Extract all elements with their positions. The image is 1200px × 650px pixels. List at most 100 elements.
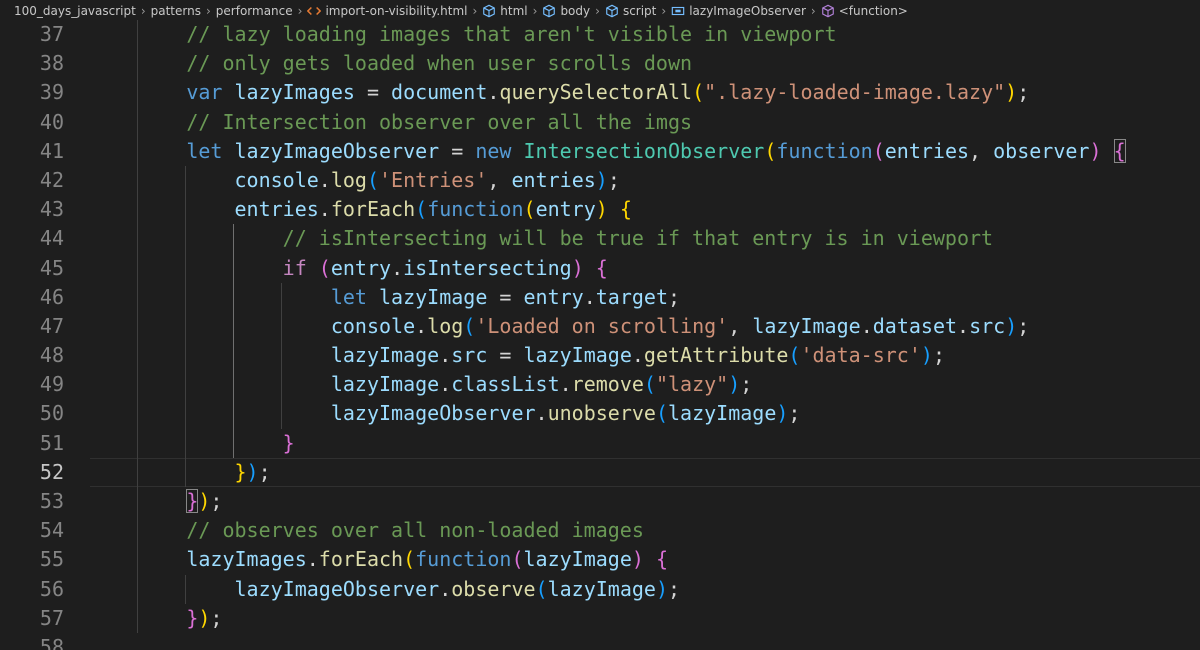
token-bracket3: ( xyxy=(643,372,656,397)
code-line[interactable]: 48 lazyImage.src = lazyImage.getAttribut… xyxy=(0,341,1200,371)
breadcrumb-item[interactable]: html xyxy=(482,4,528,18)
code-text: }); xyxy=(90,604,222,633)
breadcrumb-item[interactable]: 100_days_javascript xyxy=(14,4,136,18)
line-number: 52 xyxy=(39,459,64,484)
token-bracket1: ) xyxy=(1005,80,1018,105)
token-bracket3: ( xyxy=(415,197,428,222)
breadcrumb: 100_days_javascript › patterns › performance… xyxy=(0,0,1200,22)
code-text: // lazy loading images that aren't visib… xyxy=(90,20,836,49)
code-editor[interactable]: 100_days_javascript › patterns › performance… xyxy=(0,0,1200,650)
token-string: ".lazy-loaded-image.lazy" xyxy=(704,80,1006,105)
token-variable: classList xyxy=(451,372,560,397)
code-line[interactable]: 43 entries.forEach(function(entry) { xyxy=(0,195,1200,225)
token-text: ; xyxy=(210,605,223,630)
breadcrumb-item[interactable]: patterns xyxy=(151,4,201,18)
token-text: . xyxy=(439,343,452,368)
token-control: if xyxy=(282,255,307,280)
token-function: getAttribute xyxy=(643,343,789,368)
code-line[interactable]: 38 // only gets loaded when user scrolls… xyxy=(0,49,1200,79)
code-line[interactable]: 52 }); xyxy=(0,457,1200,488)
code-line[interactable]: 45 if (entry.isIntersecting) { xyxy=(0,253,1200,283)
code-text: }); xyxy=(90,487,222,516)
code-line[interactable]: 42 console.log('Entries', entries); xyxy=(0,165,1200,196)
breadcrumb-item[interactable]: performance xyxy=(216,4,293,18)
token-variable: entry xyxy=(330,255,392,280)
code-line[interactable]: 40 // Intersection observer over all the… xyxy=(0,107,1200,137)
variable-icon xyxy=(671,4,685,18)
code-line[interactable]: 41 let lazyImageObserver = new Intersect… xyxy=(0,136,1200,166)
token-bracket2: ) xyxy=(571,255,584,280)
token-text: = xyxy=(487,284,524,309)
code-line[interactable]: 58 xyxy=(0,633,1200,650)
code-text: console.log('Entries', entries); xyxy=(90,166,620,195)
token-text: , xyxy=(487,167,512,192)
line-number: 58 xyxy=(39,634,64,650)
token-keyword: function xyxy=(427,197,524,222)
breadcrumb-label: body xyxy=(560,4,591,18)
token-bracket2: ) xyxy=(1089,138,1102,163)
line-number: 55 xyxy=(39,547,64,572)
token-function: querySelectorAll xyxy=(499,80,693,105)
token-bracket3: ) xyxy=(1005,313,1018,338)
code-line[interactable]: 39 var lazyImages = document.querySelect… xyxy=(0,78,1200,108)
token-bracket3: ( xyxy=(535,576,548,601)
token-text: ; xyxy=(1017,80,1030,105)
token-text: ; xyxy=(740,372,753,397)
breadcrumb-label: <function> xyxy=(838,4,908,18)
token-bracket2: ( xyxy=(318,255,331,280)
breadcrumb-item[interactable]: lazyImageObserver xyxy=(671,4,806,18)
code-line[interactable]: 53 }); xyxy=(0,487,1200,517)
token-text: ; xyxy=(668,284,681,309)
breadcrumb-item[interactable]: import-on-visibility.html xyxy=(307,4,467,18)
token-function: remove xyxy=(571,372,644,397)
code-area[interactable]: 37 // lazy loading images that aren't vi… xyxy=(0,20,1200,650)
line-number: 43 xyxy=(39,197,64,222)
code-line[interactable]: 57 }); xyxy=(0,603,1200,633)
token-variable: entry xyxy=(523,284,584,309)
token-variable: lazyImageObserver xyxy=(234,138,440,163)
chevron-right-icon: › xyxy=(532,4,538,18)
code-text: // isIntersecting will be true if that e… xyxy=(90,224,993,253)
token-string: 'Entries' xyxy=(379,167,488,192)
line-number: 56 xyxy=(39,576,64,601)
token-comment: // observes over all non-loaded images xyxy=(186,518,644,543)
breadcrumb-label: 100_days_javascript xyxy=(14,4,136,18)
token-variable: lazyImage xyxy=(330,372,440,397)
code-text: lazyImage.classList.remove("lazy"); xyxy=(90,370,752,399)
code-line[interactable]: 54 // observes over all non-loaded image… xyxy=(0,516,1200,546)
token-text: . xyxy=(957,313,970,338)
code-line[interactable]: 46 let lazyImage = entry.target; xyxy=(0,282,1200,312)
code-line[interactable]: 49 lazyImage.classList.remove("lazy"); xyxy=(0,370,1200,400)
code-line[interactable]: 37 // lazy loading images that aren't vi… xyxy=(0,20,1200,50)
code-line[interactable]: 44 // isIntersecting will be true if tha… xyxy=(0,224,1200,254)
line-number: 38 xyxy=(39,51,64,76)
token-bracket3: ) xyxy=(595,167,608,192)
token-variable: entries xyxy=(234,197,319,222)
token-bracket1: ( xyxy=(523,197,536,222)
token-variable: entry xyxy=(535,197,596,222)
code-line[interactable]: 50 lazyImageObserver.unobserve(lazyImage… xyxy=(0,399,1200,429)
line-number: 54 xyxy=(39,518,64,543)
breadcrumb-item[interactable]: <function> xyxy=(821,4,908,18)
token-variable: lazyImage xyxy=(379,284,488,309)
breadcrumb-item[interactable]: script xyxy=(605,4,656,18)
code-line[interactable]: 56 lazyImageObserver.observe(lazyImage); xyxy=(0,574,1200,604)
token-bracket1: { xyxy=(619,197,632,222)
token-bracket3: ) xyxy=(920,343,933,368)
breadcrumb-item[interactable]: body xyxy=(542,4,590,18)
line-number: 51 xyxy=(39,430,64,455)
token-bracket3: ) xyxy=(246,459,259,484)
code-line[interactable]: 51 } xyxy=(0,428,1200,458)
code-line[interactable]: 47 console.log('Loaded on scrolling', la… xyxy=(0,311,1200,342)
token-bracket2: } xyxy=(186,605,199,630)
token-comment: // isIntersecting will be true if that e… xyxy=(282,226,994,251)
code-line[interactable]: 55 lazyImages.forEach(function(lazyImage… xyxy=(0,545,1200,575)
token-bracket3: ) xyxy=(728,372,741,397)
